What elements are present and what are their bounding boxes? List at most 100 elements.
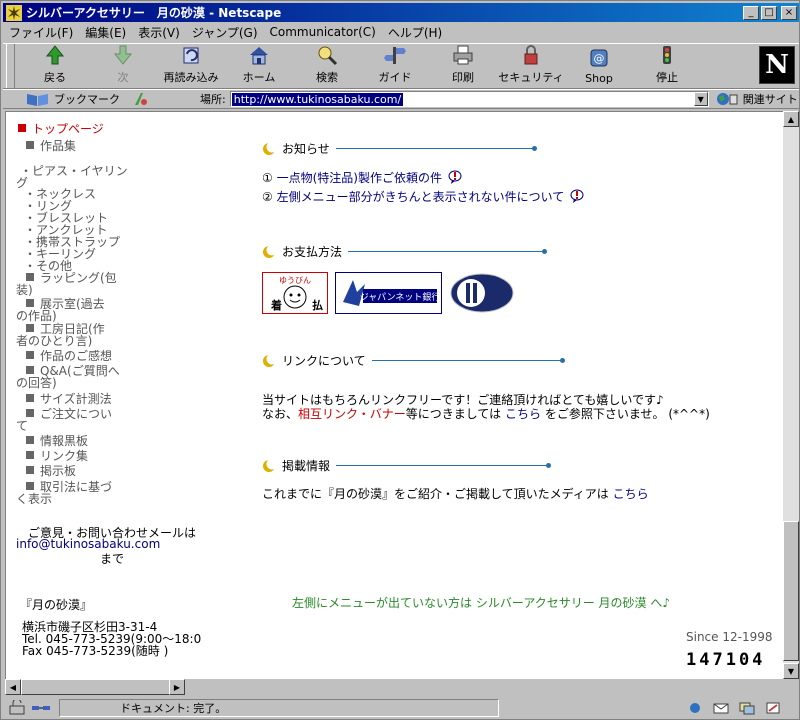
related-sites-button[interactable]: 関連サイト	[715, 91, 798, 107]
search-label: 検索	[316, 71, 338, 84]
stop-label: 停止	[656, 71, 678, 84]
bookmark-book-icon	[27, 94, 48, 106]
menu-communicator[interactable]: Communicator(C)	[264, 25, 382, 39]
link-policy-text-2: なお、相互リンク・バナー等につきましては こちら をご参照下さいませ。 (*^^…	[262, 405, 710, 422]
security-status-icon[interactable]	[7, 700, 27, 716]
access-counter: 147104	[686, 650, 766, 670]
news-heading: お知らせ	[262, 140, 537, 157]
section-divider	[335, 146, 537, 151]
print-button[interactable]: 印刷	[429, 44, 497, 88]
home-button[interactable]: ホーム	[225, 44, 293, 88]
minimize-button[interactable]: _	[743, 5, 759, 20]
navigator-icon[interactable]	[685, 701, 705, 715]
japan-net-bank-logo[interactable]: ジャパンネット銀行	[335, 272, 442, 314]
horizontal-scrollbar[interactable]: ◀ ▶	[5, 679, 185, 695]
menu-go[interactable]: ジャンプ(G)	[186, 24, 264, 41]
diners-club-logo[interactable]	[449, 272, 515, 314]
url-text[interactable]: http://www.tukinosabaku.com/	[231, 92, 404, 106]
url-dropdown-button[interactable]: ▼	[693, 92, 708, 106]
guide-button[interactable]: ガイド	[361, 44, 429, 88]
maximize-button[interactable]: □	[761, 5, 777, 20]
menu-missing-notice-link[interactable]: 左側にメニューが出ていない方は シルバーアクセサリー 月の砂漠 へ♪	[292, 594, 670, 611]
stop-button[interactable]: 停止	[633, 44, 701, 88]
mutual-link-banner-link[interactable]: 相互リンク・バナー	[298, 407, 406, 421]
navigation-toolbar: 戻る 次 再読み込み ホーム 検索 ガイド 印刷 セキュリティ @ Shop 停…	[3, 43, 799, 89]
crescent-moon-icon	[263, 244, 276, 258]
news-link-menu-display[interactable]: 左側メニュー部分がきちんと表示されない件について	[277, 190, 565, 204]
status-text: ドキュメント: 完了。	[59, 699, 499, 717]
scroll-right-button[interactable]: ▶	[169, 679, 185, 695]
security-lock-icon	[524, 45, 538, 65]
news-item-2: ② 左側メニュー部分がきちんと表示されない件について	[262, 188, 584, 205]
section-divider	[348, 249, 548, 254]
guide-label: ガイド	[378, 71, 412, 84]
reload-label: 再読み込み	[163, 71, 219, 84]
horizontal-scroll-thumb[interactable]	[21, 679, 171, 695]
scroll-down-button[interactable]: ▼	[783, 663, 799, 679]
reload-button[interactable]: 再読み込み	[157, 44, 225, 88]
news-item-number: ②	[262, 190, 273, 204]
reload-icon	[183, 47, 199, 64]
forward-arrow-icon	[113, 45, 133, 65]
stop-icon	[663, 46, 671, 64]
newsgroups-icon[interactable]	[737, 701, 757, 715]
news-title: お知らせ	[282, 142, 330, 156]
search-button[interactable]: 検索	[293, 44, 361, 88]
menu-help[interactable]: ヘルプ(H)	[382, 24, 448, 41]
print-icon	[453, 45, 473, 65]
exclamation-balloon-icon	[448, 170, 462, 184]
status-bar: ドキュメント: 完了。	[3, 697, 799, 719]
exclamation-balloon-icon	[570, 189, 584, 203]
menu-file[interactable]: ファイル(F)	[3, 24, 79, 41]
mail-icon[interactable]	[711, 701, 731, 715]
print-label: 印刷	[452, 71, 474, 84]
cod-right-text: 払	[312, 298, 323, 312]
media-heading: 掲載情報	[262, 457, 552, 474]
payment-heading: お支払方法	[262, 243, 548, 260]
section-divider	[336, 463, 552, 468]
frame-divider	[185, 679, 783, 695]
news-item-1: ① 一点物(特注品)製作ご依頼の件	[262, 169, 462, 186]
bank-name-text: ジャパンネット銀行	[360, 291, 441, 303]
link-policy-title: リンクについて	[282, 354, 366, 368]
menu-view[interactable]: 表示(V)	[132, 24, 186, 41]
crescent-moon-icon	[263, 353, 276, 367]
bookmarks-button[interactable]: ブックマーク	[25, 91, 120, 107]
online-status-icon[interactable]	[31, 700, 51, 716]
crescent-moon-icon	[263, 458, 276, 472]
home-label: ホーム	[242, 71, 276, 84]
main-content: お知らせ ① 一点物(特注品)製作ご依頼の件 ② 左側メニュー部分がきちんと表示…	[6, 112, 783, 679]
yuubin-cod-logo[interactable]: ゆうびん 着 払	[262, 272, 328, 314]
guide-icon	[384, 47, 406, 64]
media-here-link[interactable]: こちら	[613, 487, 649, 501]
close-button[interactable]: ×	[781, 5, 797, 20]
component-tray	[685, 701, 783, 715]
svg-text:@: @	[594, 52, 605, 65]
vertical-scrollbar[interactable]: ▲ ▼	[783, 111, 799, 679]
related-sites-icon	[716, 93, 738, 105]
scroll-up-button[interactable]: ▲	[783, 111, 799, 127]
scroll-left-button[interactable]: ◀	[5, 679, 21, 695]
cod-left-text: 着	[270, 298, 282, 312]
shop-icon: @	[590, 49, 608, 67]
location-label: 場所:	[200, 93, 226, 106]
menu-edit[interactable]: 編集(E)	[79, 24, 132, 41]
shop-button[interactable]: @ Shop	[565, 44, 633, 88]
security-button[interactable]: セキュリティ	[497, 44, 565, 88]
shop-label: Shop	[585, 72, 613, 85]
page-proxy-icon[interactable]	[132, 91, 150, 107]
vertical-scroll-thumb[interactable]	[783, 521, 799, 661]
since-text: Since 12-1998	[686, 630, 773, 644]
browser-window: シルバーアクセサリー 月の砂漠 - Netscape _ □ × ファイル(F)…	[0, 0, 800, 720]
forward-button[interactable]: 次	[89, 44, 157, 88]
news-link-custom-order[interactable]: 一点物(特注品)製作ご依頼の件	[277, 171, 442, 185]
toolbar-grip[interactable]	[6, 44, 15, 88]
media-text-body: これまでに『月の砂漠』をご紹介・ご掲載して頂いたメディアは	[262, 487, 609, 501]
back-button[interactable]: 戻る	[21, 44, 89, 88]
url-field[interactable]: http://www.tukinosabaku.com/ ▼	[229, 91, 709, 107]
netscape-logo[interactable]: N	[759, 46, 795, 84]
back-arrow-icon	[45, 45, 65, 65]
link-policy-here-link[interactable]: こちら	[505, 407, 541, 421]
composer-icon[interactable]	[763, 701, 783, 715]
link-policy-text-c: をご参照下さいませ。 (*^^*)	[544, 407, 710, 421]
